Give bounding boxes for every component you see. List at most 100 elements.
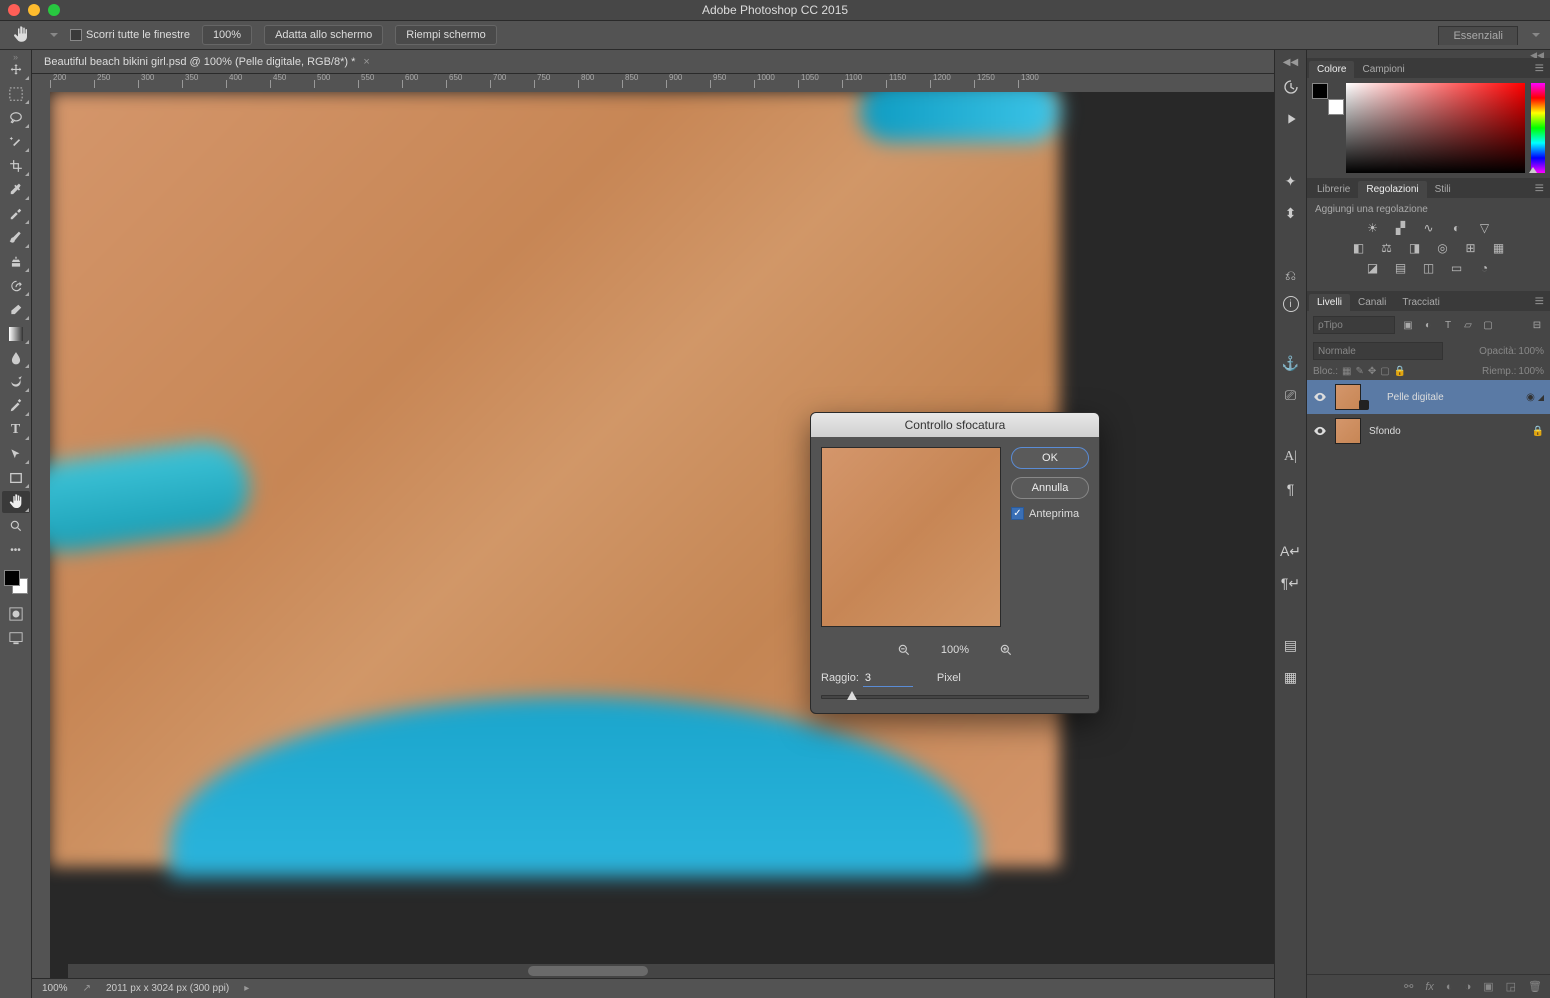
filter-shape-icon[interactable]: ▱: [1461, 318, 1475, 332]
exposure-adjustment-icon[interactable]: ◐: [1449, 221, 1465, 235]
color-field[interactable]: [1346, 83, 1525, 173]
rectangle-tool[interactable]: [2, 467, 30, 489]
layer-thumbnail[interactable]: [1335, 384, 1361, 410]
panel-fg-swatch[interactable]: [1312, 83, 1328, 99]
fit-screen-button[interactable]: Adatta allo schermo: [264, 25, 383, 45]
scrollbar-thumb[interactable]: [528, 966, 648, 976]
move-tool[interactable]: [2, 59, 30, 81]
status-menu-icon[interactable]: ▸: [244, 983, 249, 994]
new-group-icon[interactable]: ▣: [1483, 980, 1493, 993]
marquee-tool[interactable]: [2, 83, 30, 105]
lock-artboard-icon[interactable]: ▢: [1380, 366, 1389, 377]
blur-tool[interactable]: [2, 347, 30, 369]
info-panel-icon[interactable]: i: [1283, 296, 1299, 312]
magic-wand-tool[interactable]: [2, 131, 30, 153]
properties-panel-icon[interactable]: ⎚: [1280, 384, 1302, 406]
layer-item[interactable]: Pelle digitale◉◢: [1307, 380, 1550, 414]
layer-expand-icon[interactable]: ◢: [1538, 393, 1544, 402]
layer-mask-icon[interactable]: ◐: [1446, 981, 1453, 993]
path-selection-tool[interactable]: [2, 443, 30, 465]
filter-adjustment-icon[interactable]: ◐: [1421, 318, 1435, 332]
zoom-out-icon[interactable]: [897, 643, 911, 657]
tab-channels[interactable]: Canali: [1350, 294, 1394, 311]
zoom-in-icon[interactable]: [999, 643, 1013, 657]
layer-visibility-icon[interactable]: [1313, 390, 1327, 404]
preview-checkbox-row[interactable]: ✓ Anteprima: [1011, 507, 1089, 520]
gradient-map-icon[interactable]: ▭: [1449, 261, 1465, 275]
filter-type-icon[interactable]: T: [1441, 318, 1455, 332]
adjustments-panel-menu-icon[interactable]: ≡: [1529, 180, 1550, 198]
posterize-icon[interactable]: ▤: [1393, 261, 1409, 275]
selective-color-icon[interactable]: ◔: [1477, 261, 1493, 275]
vertical-ruler[interactable]: [32, 92, 50, 978]
blend-mode-select[interactable]: Normale: [1313, 342, 1443, 360]
screen-mode-toggle[interactable]: [2, 627, 30, 649]
scroll-all-windows-option[interactable]: Scorri tutte le finestre: [70, 29, 190, 41]
preview-checkbox[interactable]: ✓: [1011, 507, 1024, 520]
color-lookup-icon[interactable]: ▦: [1491, 241, 1507, 255]
channel-mixer-icon[interactable]: ⊞: [1463, 241, 1479, 255]
clone-source-icon[interactable]: ⎌: [1280, 264, 1302, 286]
char-styles-panel-icon[interactable]: A↵: [1280, 540, 1302, 562]
photo-filter-icon[interactable]: ◎: [1435, 241, 1451, 255]
opacity-value[interactable]: 100%: [1518, 346, 1544, 357]
dialog-preview-image[interactable]: [821, 447, 1001, 627]
strip-collapse-icon[interactable]: ◀◀: [1282, 58, 1300, 66]
foreground-color-swatch[interactable]: [4, 570, 20, 586]
radius-input[interactable]: [863, 669, 913, 687]
smart-filter-indicator-icon[interactable]: ◉: [1526, 392, 1535, 403]
threshold-icon[interactable]: ◫: [1421, 261, 1437, 275]
hand-tool[interactable]: [2, 491, 30, 513]
color-swatches[interactable]: [4, 570, 28, 594]
lock-position-icon[interactable]: ✥: [1368, 366, 1376, 377]
cancel-button[interactable]: Annulla: [1011, 477, 1089, 499]
minimize-window-button[interactable]: [28, 4, 40, 16]
link-layers-icon[interactable]: ⚯: [1404, 980, 1413, 993]
brightness-adjustment-icon[interactable]: ☀: [1365, 221, 1381, 235]
lasso-tool[interactable]: [2, 107, 30, 129]
brush-settings-icon[interactable]: ✦: [1280, 170, 1302, 192]
workspace-switcher[interactable]: Essenziali: [1438, 26, 1518, 45]
eraser-tool[interactable]: [2, 299, 30, 321]
tab-paths[interactable]: Tracciati: [1394, 294, 1447, 311]
layer-item[interactable]: Sfondo🔒: [1307, 414, 1550, 448]
zoom-100-button[interactable]: 100%: [202, 25, 252, 45]
fill-screen-button[interactable]: Riempi schermo: [395, 25, 496, 45]
status-zoom[interactable]: 100%: [42, 983, 68, 994]
new-adjustment-layer-icon[interactable]: ◑: [1465, 981, 1472, 993]
healing-brush-tool[interactable]: [2, 203, 30, 225]
history-panel-icon[interactable]: [1280, 76, 1302, 98]
color-balance-icon[interactable]: ⚖: [1379, 241, 1395, 255]
notes-panel-icon[interactable]: ▤: [1280, 634, 1302, 656]
right-collapse-icon[interactable]: ◀◀: [1307, 50, 1550, 58]
quick-mask-toggle[interactable]: [2, 603, 30, 625]
layer-thumbnail[interactable]: [1335, 418, 1361, 444]
toolbar-collapse-icon[interactable]: »: [0, 52, 31, 58]
layer-filter-kind[interactable]: ρ Tipo: [1313, 316, 1395, 334]
maximize-window-button[interactable]: [48, 4, 60, 16]
new-layer-icon[interactable]: ◲: [1506, 980, 1516, 993]
tab-layers[interactable]: Livelli: [1309, 294, 1350, 311]
ok-button[interactable]: OK: [1011, 447, 1089, 469]
workspace-dropdown-icon[interactable]: [1532, 33, 1540, 37]
bw-adjustment-icon[interactable]: ◨: [1407, 241, 1423, 255]
tab-libraries[interactable]: Librerie: [1309, 181, 1358, 198]
tab-color[interactable]: Colore: [1309, 61, 1354, 78]
lock-all-icon[interactable]: 🔒: [1394, 366, 1406, 377]
eyedropper-tool[interactable]: [2, 179, 30, 201]
filter-toggle-icon[interactable]: ⊟: [1530, 318, 1544, 332]
actions-panel-icon[interactable]: [1280, 108, 1302, 130]
close-tab-icon[interactable]: ×: [363, 56, 369, 68]
navigator-panel-icon[interactable]: ⚓: [1280, 352, 1302, 374]
hue-adjustment-icon[interactable]: ◧: [1351, 241, 1367, 255]
curves-adjustment-icon[interactable]: ∿: [1421, 221, 1437, 235]
invert-adjustment-icon[interactable]: ◪: [1365, 261, 1381, 275]
hue-slider[interactable]: [1531, 83, 1545, 173]
dialog-title[interactable]: Controllo sfocatura: [811, 413, 1099, 437]
levels-adjustment-icon[interactable]: ▞: [1393, 221, 1409, 235]
filter-pixel-icon[interactable]: ▣: [1401, 318, 1415, 332]
layer-visibility-icon[interactable]: [1313, 424, 1327, 438]
horizontal-scrollbar[interactable]: [68, 964, 1274, 978]
tab-adjustments[interactable]: Regolazioni: [1358, 181, 1426, 198]
zoom-tool[interactable]: [2, 515, 30, 537]
